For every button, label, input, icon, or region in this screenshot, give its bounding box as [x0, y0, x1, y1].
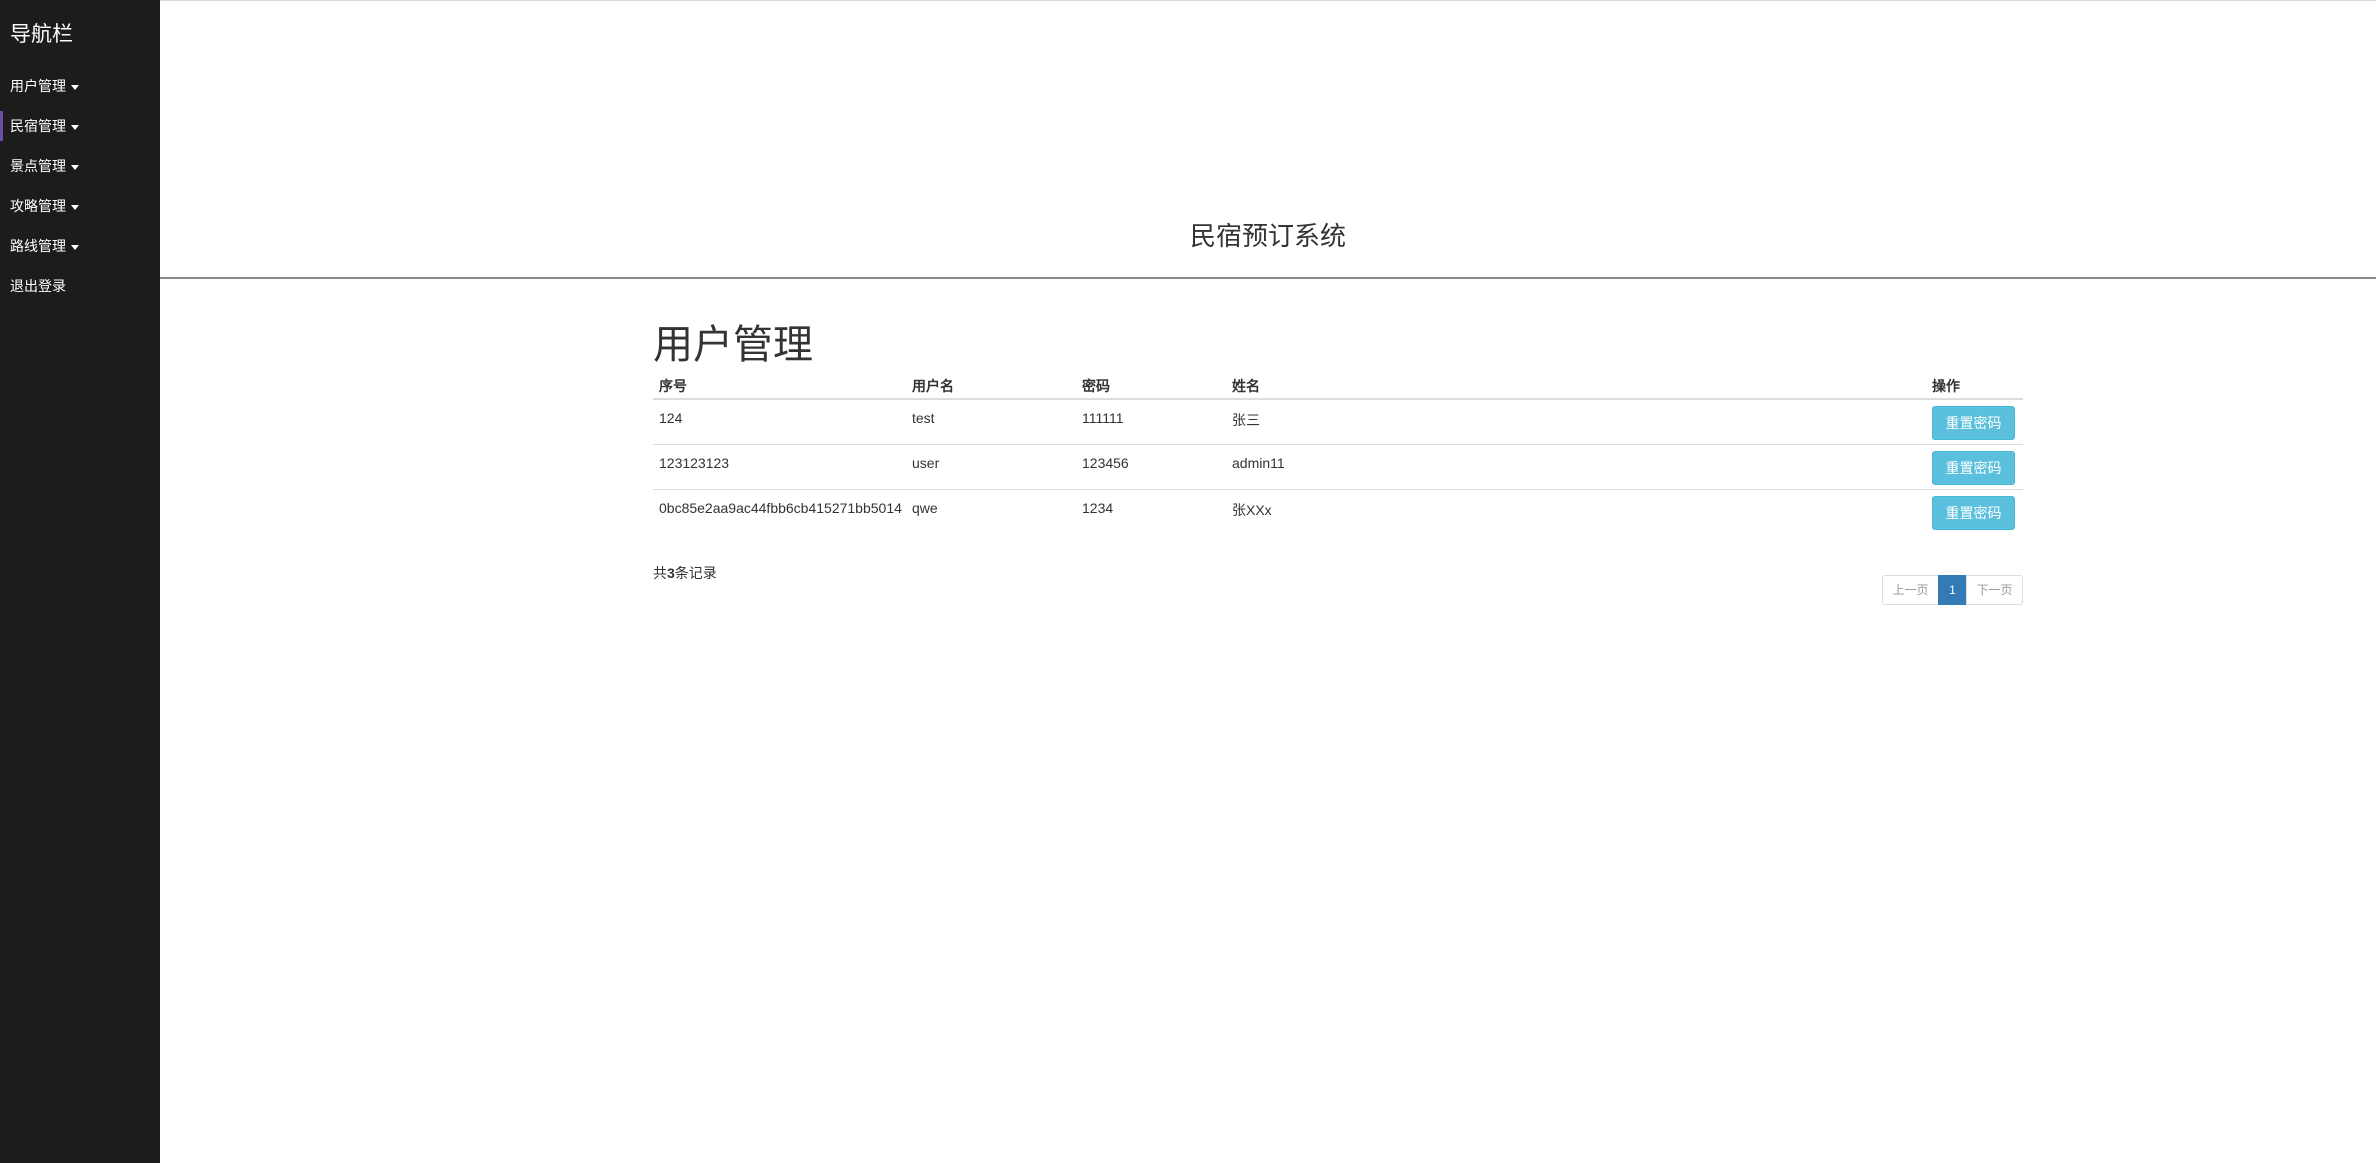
- sidebar-item-route-management[interactable]: 路线管理: [0, 231, 160, 261]
- sidebar-item-guide-management[interactable]: 攻略管理: [0, 191, 160, 221]
- caret-down-icon: [71, 164, 79, 170]
- reset-password-button[interactable]: 重置密码: [1932, 496, 2015, 530]
- table-header: 序号 用户名 密码 姓名 操作: [653, 370, 2023, 400]
- sidebar-item-label: 景点管理: [10, 158, 66, 174]
- column-header-id: 序号: [659, 378, 687, 394]
- pagination-prev[interactable]: 上一页: [1882, 575, 1939, 605]
- table-row: 123123123 user 123456 admin11 重置密码: [653, 445, 2023, 490]
- cell-id: 124: [659, 410, 683, 426]
- cell-username: test: [912, 410, 935, 426]
- sidebar-item-user-management[interactable]: 用户管理: [0, 71, 160, 101]
- sidebar-item-label: 路线管理: [10, 238, 66, 254]
- table-row: 0bc85e2aa9ac44fbb6cb415271bb5014 qwe 123…: [653, 490, 2023, 535]
- column-header-password: 密码: [1082, 378, 1110, 394]
- caret-down-icon: [71, 124, 79, 130]
- sidebar: 导航栏 用户管理 民宿管理 景点管理 攻略管理 路线管理 退出登录: [0, 0, 160, 1163]
- sidebar-item-label: 攻略管理: [10, 198, 66, 214]
- cell-id: 123123123: [659, 455, 730, 471]
- sidebar-item-label: 退出登录: [10, 278, 66, 294]
- system-title: 民宿预订系统: [1189, 221, 1346, 251]
- record-count: 共3条记录: [653, 563, 717, 583]
- cell-id: 0bc85e2aa9ac44fbb6cb415271bb5014: [659, 500, 902, 516]
- sidebar-item-label: 民宿管理: [10, 118, 66, 134]
- cell-username: user: [912, 455, 940, 471]
- reset-password-button[interactable]: 重置密码: [1932, 406, 2015, 440]
- record-count-suffix: 条记录: [674, 565, 717, 581]
- pagination-page-current[interactable]: 1: [1938, 575, 1967, 605]
- reset-password-button[interactable]: 重置密码: [1932, 451, 2015, 485]
- table-row: 124 test 111111 张三 重置密码: [653, 400, 2023, 445]
- sidebar-item-homestay-management[interactable]: 民宿管理: [0, 111, 160, 141]
- column-header-username: 用户名: [912, 378, 954, 394]
- cell-username: qwe: [912, 500, 938, 516]
- page-title: 用户管理: [653, 323, 813, 367]
- header-divider: [160, 277, 2376, 279]
- sidebar-item-label: 用户管理: [10, 78, 66, 94]
- top-divider: [160, 0, 2376, 1]
- cell-name: 张XXx: [1232, 502, 1272, 518]
- cell-name: 张三: [1232, 412, 1260, 428]
- sidebar-item-scenic-spot-management[interactable]: 景点管理: [0, 151, 160, 181]
- cell-password: 111111: [1082, 410, 1124, 426]
- caret-down-icon: [71, 244, 79, 250]
- users-table: 序号 用户名 密码 姓名 操作 124 test 111111 张三 重置密码 …: [653, 370, 2023, 535]
- cell-password: 1234: [1082, 500, 1114, 516]
- record-count-prefix: 共: [653, 565, 667, 581]
- cell-password: 123456: [1082, 455, 1129, 471]
- pagination-next[interactable]: 下一页: [1966, 575, 2023, 605]
- pagination: 上一页 1 下一页: [1882, 575, 2023, 605]
- sidebar-item-logout[interactable]: 退出登录: [0, 271, 160, 301]
- sidebar-brand: 导航栏: [10, 23, 73, 46]
- column-header-name: 姓名: [1232, 378, 1260, 394]
- caret-down-icon: [71, 84, 79, 90]
- column-header-action: 操作: [1932, 378, 1960, 394]
- record-count-number: 3: [667, 565, 675, 581]
- caret-down-icon: [71, 204, 79, 210]
- cell-name: admin11: [1232, 455, 1285, 471]
